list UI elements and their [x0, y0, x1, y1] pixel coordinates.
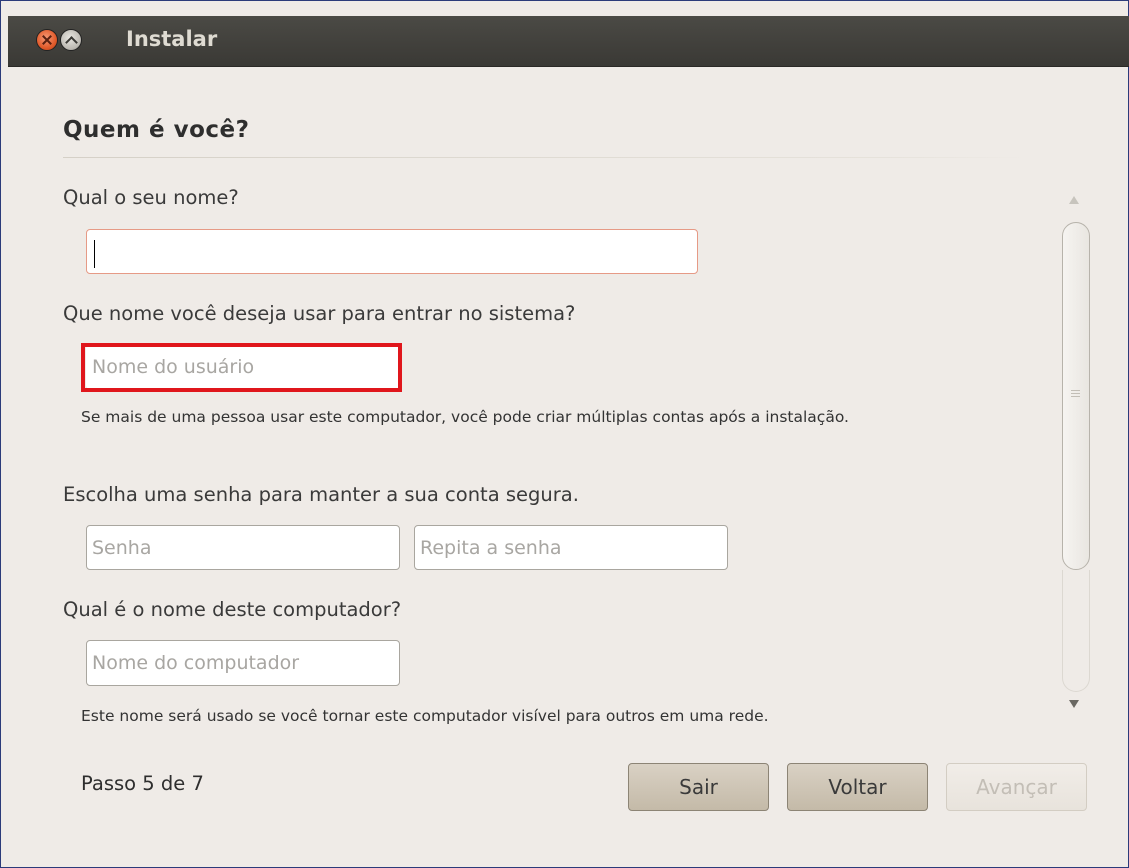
window-title: Instalar: [126, 27, 218, 51]
scroll-up-arrow-icon[interactable]: [1069, 196, 1079, 204]
back-button[interactable]: Voltar: [787, 763, 928, 811]
multi-account-note: Se mais de uma pessoa usar este computad…: [81, 408, 849, 426]
password-input[interactable]: [86, 525, 400, 570]
maximize-icon[interactable]: [60, 29, 82, 51]
step-indicator: Passo 5 de 7: [81, 772, 204, 795]
scroll-grip-icon: [1071, 390, 1080, 399]
close-icon[interactable]: [36, 29, 58, 51]
username-input[interactable]: [86, 345, 400, 389]
scroll-trough[interactable]: [1062, 570, 1090, 692]
scroll-down-arrow-icon[interactable]: [1069, 700, 1079, 708]
title-bar: Instalar: [8, 16, 1129, 67]
name-input[interactable]: [86, 229, 698, 274]
computer-name-label: Qual é o nome deste computador?: [63, 598, 402, 621]
password-repeat-input[interactable]: [414, 525, 728, 570]
name-label: Qual o seu nome?: [63, 186, 239, 209]
text-caret: [94, 240, 95, 268]
quit-button[interactable]: Sair: [628, 763, 769, 811]
computer-name-note: Este nome será usado se você tornar este…: [81, 707, 769, 725]
forward-button[interactable]: Avançar: [946, 763, 1087, 811]
computer-name-input[interactable]: [86, 640, 400, 686]
username-label: Que nome você deseja usar para entrar no…: [63, 302, 576, 325]
password-label: Escolha uma senha para manter a sua cont…: [63, 483, 579, 506]
page-title: Quem é você?: [63, 117, 250, 143]
title-divider: [63, 157, 1025, 158]
